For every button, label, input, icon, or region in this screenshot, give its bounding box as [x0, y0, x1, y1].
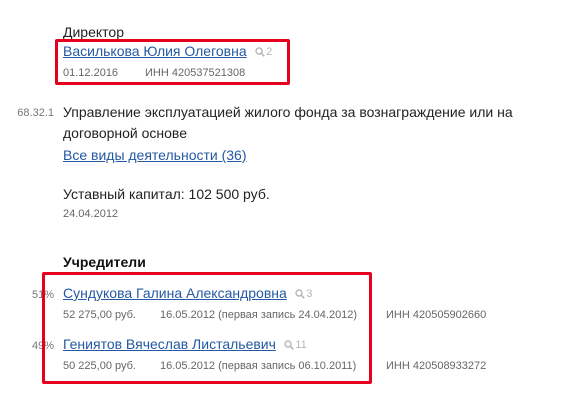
founders-heading: Учредители: [63, 254, 146, 270]
director-role: Директор: [63, 24, 124, 40]
activity-line-2: договорной основе: [63, 125, 187, 141]
all-activities-link[interactable]: Все виды деятельности (36): [63, 147, 247, 163]
director-highlight-box: [55, 39, 290, 85]
founder-inn: ИНН 420505902660: [386, 309, 487, 321]
founder-inn: ИНН 420508933272: [386, 360, 487, 372]
activity-code: 68.32.1: [17, 107, 54, 119]
activity-line-1: Управление эксплуатацией жилого фонда за…: [63, 104, 513, 120]
founders-highlight-box: [42, 272, 372, 384]
capital-date: 24.04.2012: [63, 208, 119, 220]
capital-text: Уставный капитал: 102 500 руб.: [63, 186, 270, 202]
all-activities-row: Все виды деятельности (36): [63, 147, 247, 165]
